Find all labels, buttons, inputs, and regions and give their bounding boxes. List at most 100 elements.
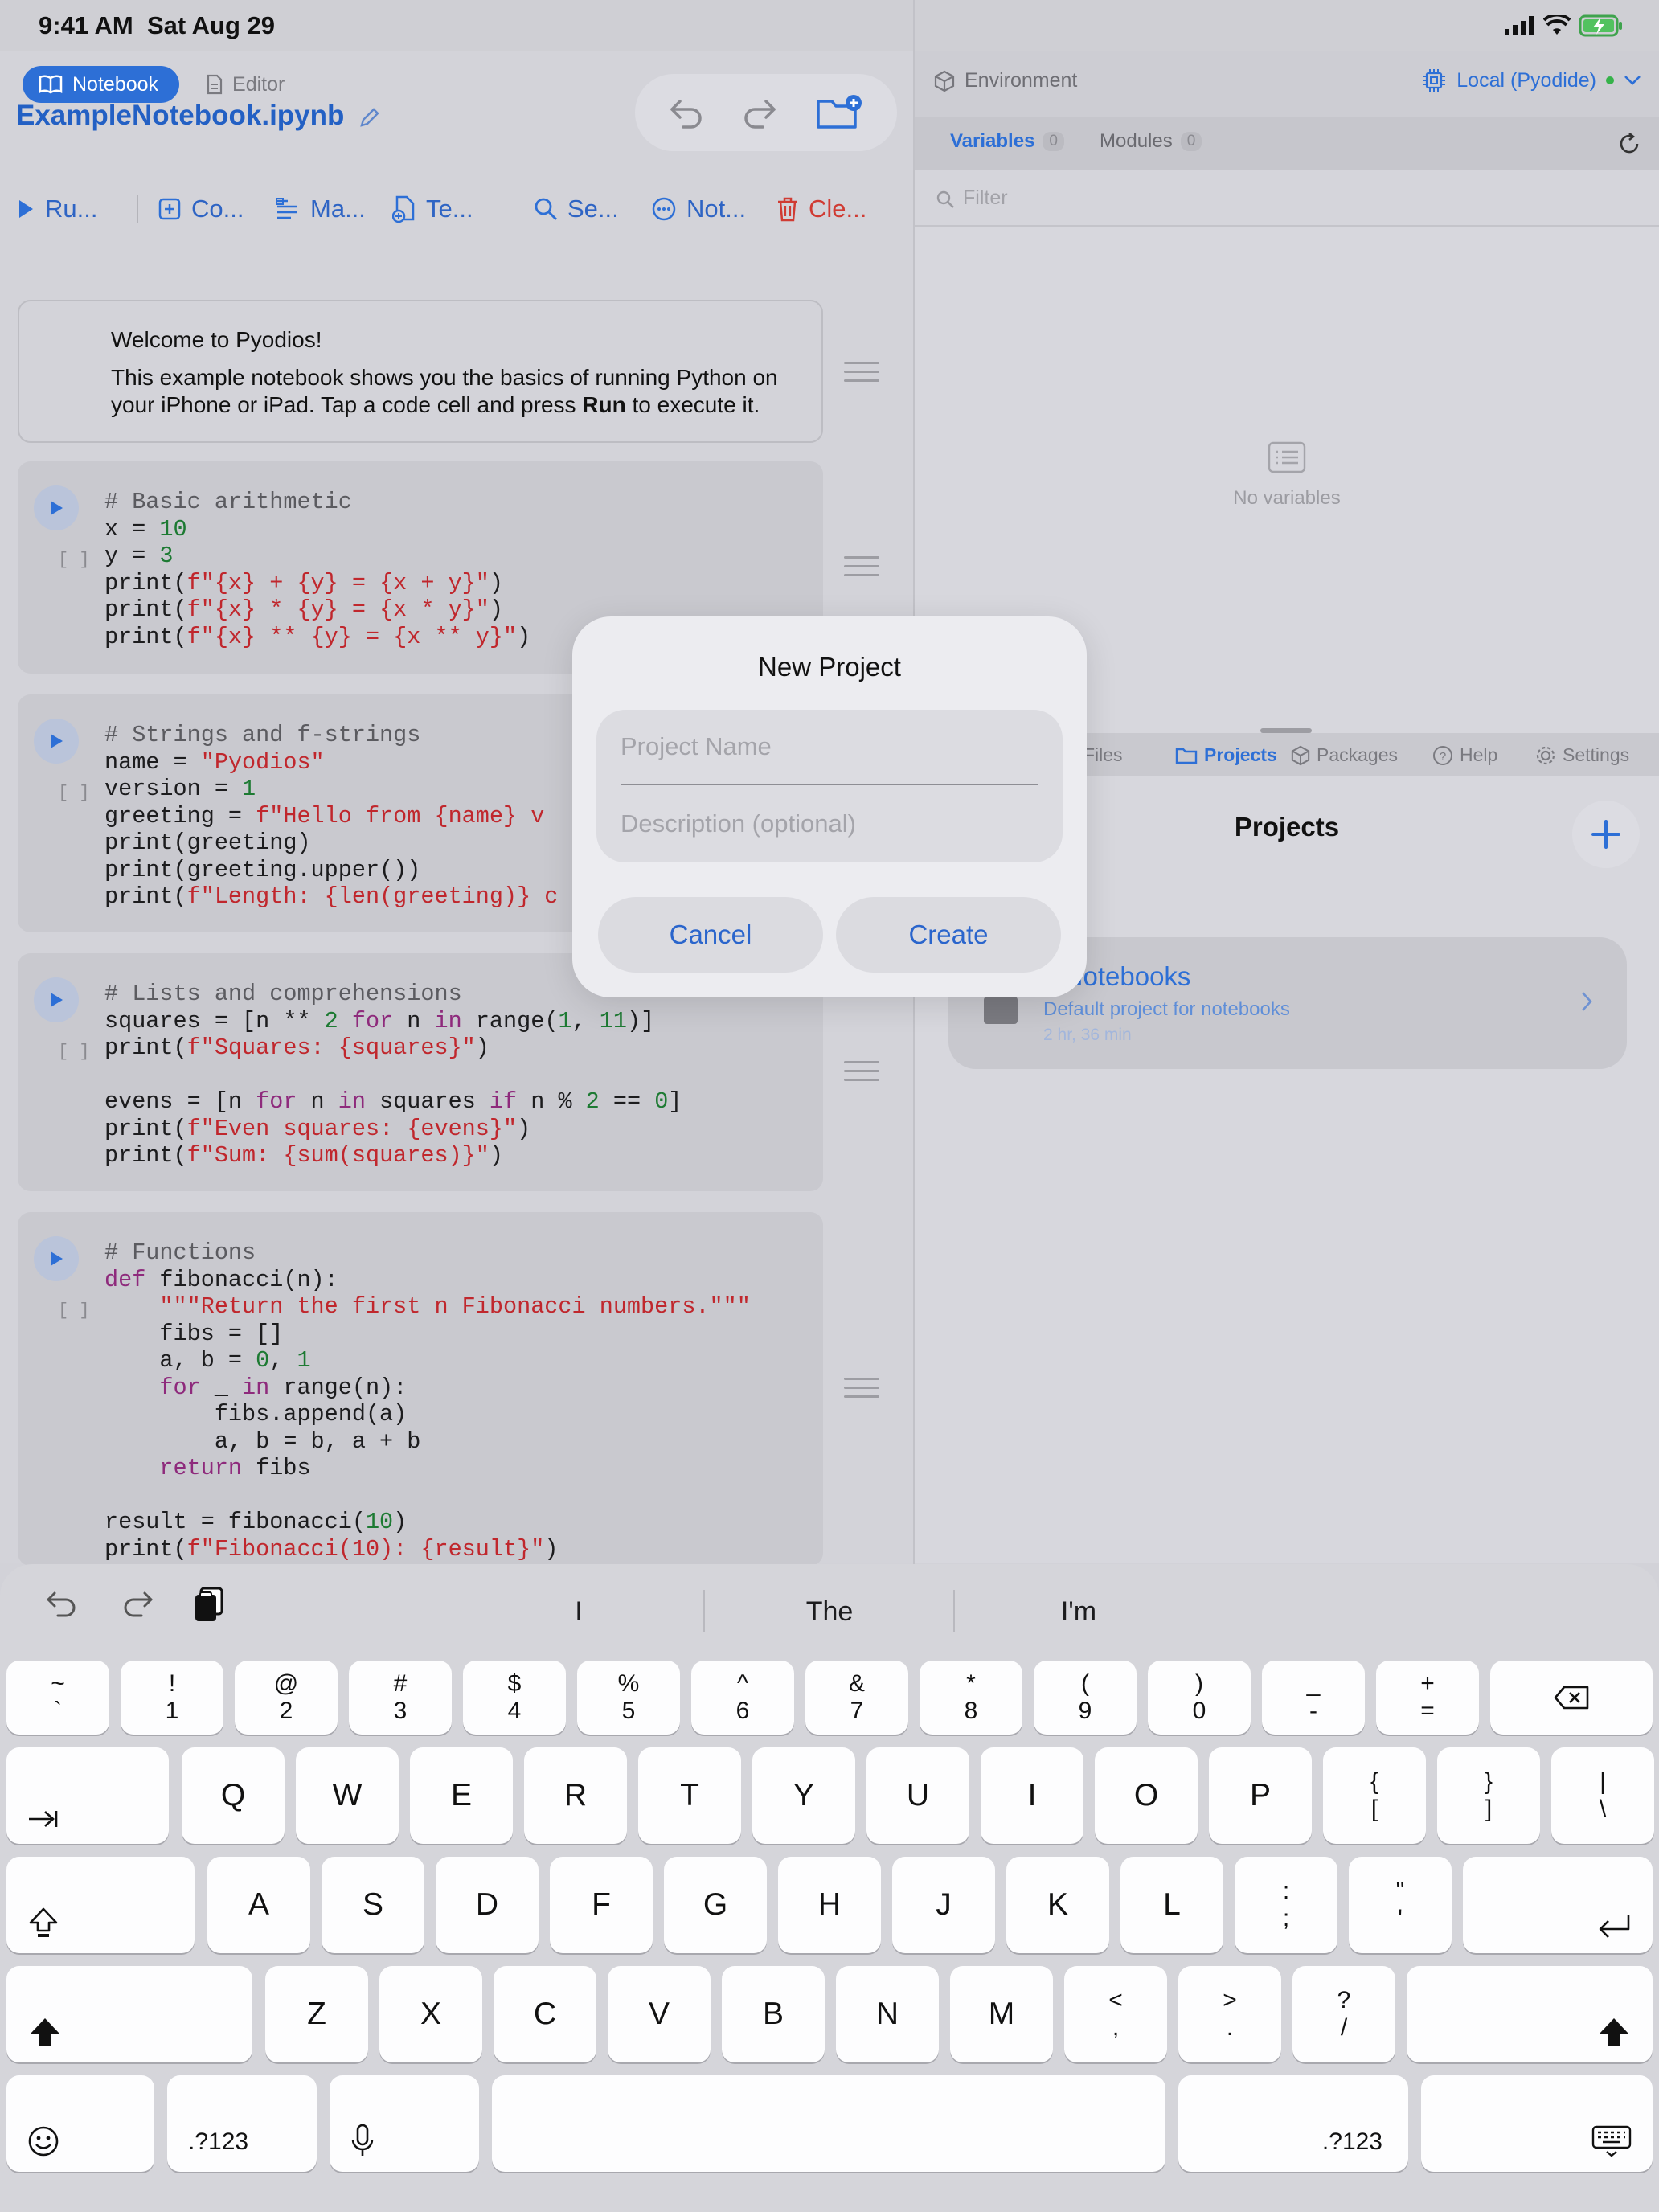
- key-q[interactable]: Q: [182, 1747, 285, 1844]
- cell-run-button[interactable]: [34, 485, 79, 530]
- key-symbol[interactable]: " ': [1349, 1857, 1452, 1953]
- search-button[interactable]: Se...: [534, 185, 651, 233]
- run-button[interactable]: Ru...: [16, 185, 137, 233]
- key-2[interactable]: @2: [235, 1661, 338, 1735]
- delete-key[interactable]: [1490, 1661, 1653, 1735]
- key-w[interactable]: W: [296, 1747, 399, 1844]
- tab-key[interactable]: [6, 1747, 169, 1844]
- project-name-field[interactable]: Project Name: [621, 718, 1038, 776]
- add-project-button[interactable]: [1572, 801, 1640, 868]
- dismiss-keyboard-key[interactable]: [1421, 2075, 1653, 2172]
- key-x[interactable]: X: [379, 1966, 482, 2062]
- code-editor[interactable]: # Lists and comprehensions squares = [n *…: [104, 981, 682, 1169]
- dictation-key[interactable]: [330, 2075, 479, 2172]
- key-7[interactable]: & 7: [805, 1661, 908, 1735]
- key-1[interactable]: ! 1: [121, 1661, 223, 1735]
- runtime-selector[interactable]: Local (Pyodide): [1421, 68, 1641, 93]
- key-i[interactable]: I: [981, 1747, 1083, 1844]
- cancel-button[interactable]: Cancel: [598, 897, 823, 973]
- emoji-key[interactable]: [6, 2075, 154, 2172]
- key-0[interactable]: ) 0: [1148, 1661, 1251, 1735]
- cell-drag-handle[interactable]: [844, 1378, 879, 1404]
- key-6[interactable]: ^ 6: [691, 1661, 794, 1735]
- tab-help[interactable]: ? Help: [1432, 744, 1497, 766]
- pencil-icon[interactable]: [358, 106, 381, 129]
- key-j[interactable]: J: [892, 1857, 995, 1953]
- key-r[interactable]: R: [524, 1747, 627, 1844]
- key-symbol[interactable]: }]: [1437, 1747, 1540, 1844]
- right-shift-key[interactable]: [1407, 1966, 1653, 2062]
- numbers-key-right[interactable]: .?123: [1178, 2075, 1408, 2172]
- redo-icon[interactable]: [742, 96, 777, 129]
- cell-drag-handle[interactable]: [844, 362, 879, 388]
- key-symbol[interactable]: <,: [1064, 1966, 1167, 2062]
- key-e[interactable]: E: [410, 1747, 513, 1844]
- key-y[interactable]: Y: [752, 1747, 855, 1844]
- variables-filter[interactable]: Filter: [915, 170, 1659, 227]
- code-editor[interactable]: # Strings and f-strings name = "Pyodios" v…: [104, 722, 558, 911]
- new-project-folder-icon[interactable]: [815, 93, 863, 132]
- add-code-cell-button[interactable]: Co...: [158, 185, 275, 233]
- description-field[interactable]: Description (optional): [621, 795, 1038, 853]
- key-v[interactable]: V: [608, 1966, 711, 2062]
- notebook-mode-button[interactable]: Notebook: [23, 66, 180, 103]
- keyboard-redo-button[interactable]: [119, 1588, 154, 1620]
- key-a[interactable]: A: [207, 1857, 310, 1953]
- key-n[interactable]: N: [836, 1966, 939, 2062]
- key-h[interactable]: H: [778, 1857, 881, 1953]
- key-5[interactable]: % 5: [577, 1661, 680, 1735]
- key-symbol[interactable]: >.: [1178, 1966, 1281, 2062]
- suggestion-2[interactable]: The: [749, 1596, 910, 1628]
- keyboard-paste-button[interactable]: [193, 1587, 225, 1624]
- notebook-title[interactable]: ExampleNotebook.ipynb: [16, 100, 381, 132]
- key-o[interactable]: O: [1095, 1747, 1198, 1844]
- editor-mode-button[interactable]: Editor: [190, 66, 305, 103]
- clear-button[interactable]: Cle...: [776, 185, 889, 233]
- cell-drag-handle[interactable]: [844, 556, 879, 583]
- keyboard-undo-button[interactable]: [45, 1588, 80, 1620]
- key-symbol[interactable]: ? /: [1292, 1966, 1395, 2062]
- key-u[interactable]: U: [866, 1747, 969, 1844]
- key-t[interactable]: T: [638, 1747, 741, 1844]
- key-9[interactable]: (9: [1034, 1661, 1137, 1735]
- key-g[interactable]: G: [664, 1857, 767, 1953]
- tab-files[interactable]: Files: [1083, 744, 1123, 766]
- code-editor[interactable]: # Functions def fibonacci(n): """Return t…: [104, 1239, 751, 1563]
- suggestion-1[interactable]: I: [498, 1596, 659, 1628]
- key-l[interactable]: L: [1120, 1857, 1223, 1953]
- tab-modules[interactable]: Modules 0: [1100, 130, 1202, 153]
- return-key[interactable]: [1463, 1857, 1653, 1953]
- tab-variables[interactable]: Variables 0: [950, 130, 1064, 153]
- refresh-icon[interactable]: [1617, 132, 1641, 156]
- key-3[interactable]: #3: [349, 1661, 452, 1735]
- notes-button[interactable]: Not...: [651, 185, 776, 233]
- cell-run-button[interactable]: [34, 977, 79, 1022]
- numbers-key-left[interactable]: .?123: [167, 2075, 317, 2172]
- key-f[interactable]: F: [550, 1857, 653, 1953]
- add-markdown-cell-button[interactable]: Ma...: [275, 185, 392, 233]
- create-button[interactable]: Create: [836, 897, 1061, 973]
- tab-settings[interactable]: Settings: [1535, 744, 1629, 766]
- cell-run-button[interactable]: [34, 719, 79, 764]
- key-p[interactable]: P: [1209, 1747, 1312, 1844]
- code-editor[interactable]: # Basic arithmetic x = 10 y = 3 print(f"{x}…: [104, 489, 530, 650]
- key-z[interactable]: Z: [265, 1966, 368, 2062]
- caps-lock-key[interactable]: [6, 1857, 195, 1953]
- key-c[interactable]: C: [494, 1966, 596, 2062]
- undo-icon[interactable]: [669, 96, 704, 129]
- tab-projects[interactable]: Projects: [1175, 744, 1277, 766]
- key-m[interactable]: M: [950, 1966, 1053, 2062]
- key-8[interactable]: * 8: [920, 1661, 1022, 1735]
- key-backtick[interactable]: ~ `: [6, 1661, 109, 1735]
- key-b[interactable]: B: [722, 1966, 825, 2062]
- cell-run-button[interactable]: [34, 1236, 79, 1281]
- key-=[interactable]: + =: [1376, 1661, 1479, 1735]
- key-s[interactable]: S: [322, 1857, 424, 1953]
- key-4[interactable]: $4: [463, 1661, 566, 1735]
- suggestion-3[interactable]: I'm: [998, 1596, 1159, 1628]
- key-symbol[interactable]: :;: [1235, 1857, 1337, 1953]
- template-button[interactable]: Te...: [392, 185, 534, 233]
- key-d[interactable]: D: [436, 1857, 539, 1953]
- key-symbol[interactable]: {[: [1323, 1747, 1426, 1844]
- cell-drag-handle[interactable]: [844, 1061, 879, 1088]
